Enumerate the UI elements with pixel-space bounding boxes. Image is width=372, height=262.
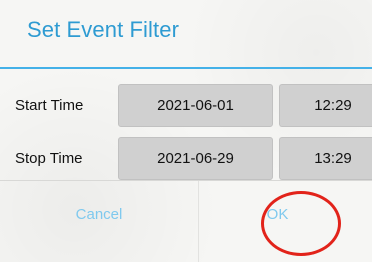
stop-date-value: 2021-06-29 <box>157 150 234 167</box>
cancel-button-label: Cancel <box>75 206 123 223</box>
dialog-title: Set Event Filter <box>27 17 179 42</box>
start-time-field[interactable]: 12:29 <box>279 84 372 127</box>
cancel-button[interactable]: Cancel <box>0 181 198 248</box>
start-time-value: 12:29 <box>314 97 352 114</box>
stop-time-field[interactable]: 13:29 <box>279 137 372 180</box>
start-time-label: Start Time <box>15 97 84 114</box>
ok-button-label: OK <box>266 206 289 223</box>
start-date-value: 2021-06-01 <box>157 97 234 114</box>
set-event-filter-dialog: Set Event Filter Start Time 2021-06-01 1… <box>0 0 372 262</box>
stop-time-label: Stop Time <box>15 150 83 167</box>
ok-button[interactable]: OK <box>199 181 372 248</box>
stop-date-field[interactable]: 2021-06-29 <box>118 137 273 180</box>
start-date-field[interactable]: 2021-06-01 <box>118 84 273 127</box>
title-divider <box>0 67 372 69</box>
stop-time-value: 13:29 <box>314 150 352 167</box>
